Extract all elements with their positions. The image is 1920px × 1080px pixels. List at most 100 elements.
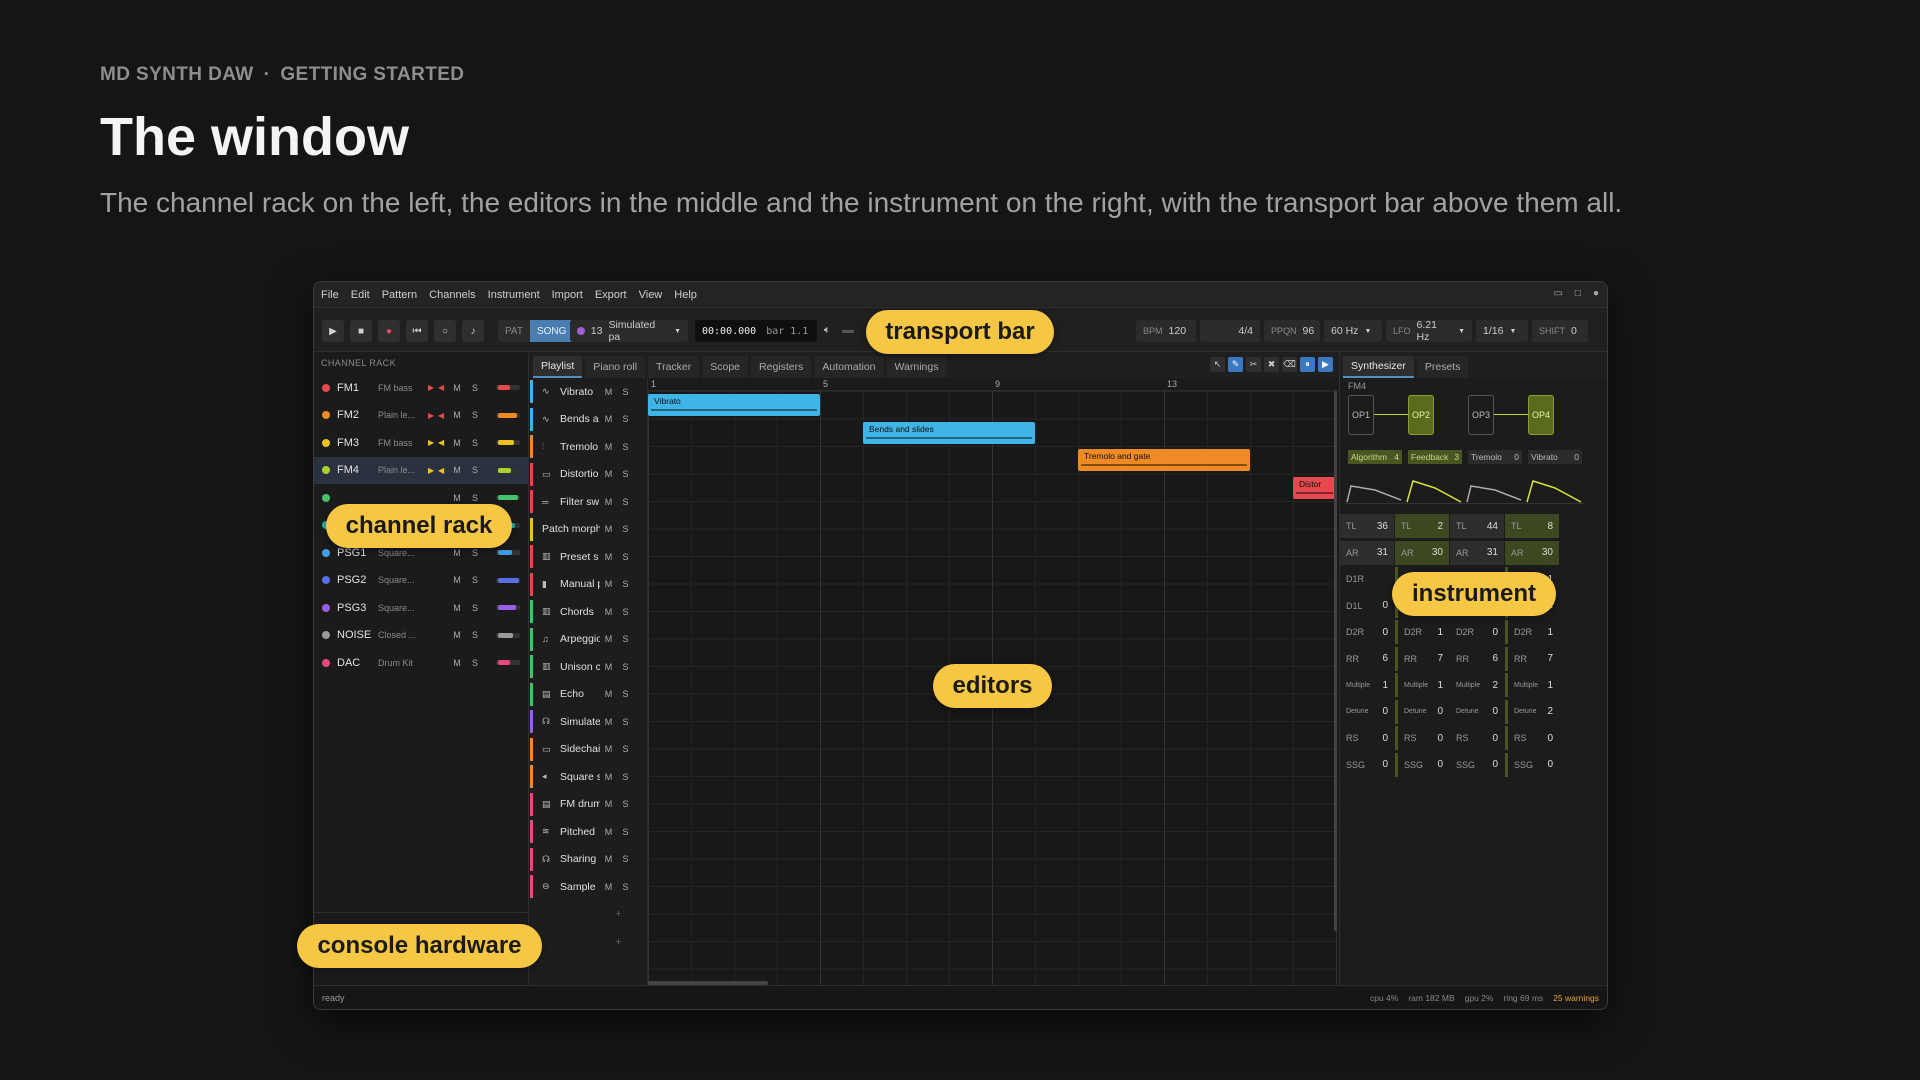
track-row[interactable]: ▤ Echo M S — [530, 681, 647, 709]
operator-param-cell[interactable]: RR 6 — [1340, 647, 1394, 671]
track-row[interactable]: ♫ Arpeggio M S — [530, 626, 647, 654]
channel-row[interactable]: FM2 Plain le... ▶ ◀ M S — [314, 402, 528, 430]
pencil-icon[interactable]: ✎ — [1228, 357, 1243, 372]
playlist-clip[interactable]: Tremolo and gate — [1078, 449, 1250, 471]
track-row[interactable]: ∿ Bends aMS — [530, 406, 647, 434]
bpm-field[interactable]: BPM 120 — [1136, 320, 1196, 342]
solo-button[interactable]: S — [617, 414, 634, 424]
mute-button[interactable]: M — [448, 410, 466, 420]
mode-pat-button[interactable]: PAT — [498, 320, 530, 342]
delete-icon[interactable]: ✖ — [1264, 357, 1279, 372]
mute-button[interactable]: M — [600, 827, 617, 837]
mode-song-button[interactable]: SONG — [529, 320, 574, 342]
minimize-icon[interactable]: ▭ — [1553, 288, 1562, 299]
timeline-ruler[interactable]: 1 5 9 13 — [648, 378, 1338, 391]
menu-item-export[interactable]: Export — [595, 289, 627, 301]
track-row[interactable]: ═ Filter sw M S — [530, 488, 647, 516]
tab-warnings[interactable]: Warnings — [886, 356, 947, 378]
channel-patch[interactable]: Plain le... — [378, 410, 428, 420]
arrow-left-icon[interactable]: ◀ — [438, 411, 448, 420]
menu-item-channels[interactable]: Channels — [429, 289, 475, 301]
solo-button[interactable]: S — [617, 689, 634, 699]
solo-button[interactable]: S — [617, 662, 634, 672]
channel-row[interactable]: PSG2 Square... M S — [314, 567, 528, 595]
track-row[interactable]: ∿ Vibrato M S — [530, 378, 647, 406]
track-row[interactable]: ☊ Sharing M S — [530, 846, 647, 874]
playlist-clip[interactable]: Distor — [1293, 476, 1336, 499]
envelope-graph[interactable] — [1345, 478, 1405, 504]
operator-param-cell[interactable]: TL 2 — [1395, 514, 1449, 538]
playlist-clip[interactable]: Vibrato — [648, 394, 820, 416]
channel-patch[interactable]: FM bass — [378, 438, 428, 448]
solo-button[interactable]: S — [466, 493, 484, 503]
solo-button[interactable]: S — [617, 827, 634, 837]
mute-button[interactable]: M — [448, 493, 466, 503]
operator-param-cell[interactable]: D2R 0 — [1340, 620, 1394, 644]
track-row[interactable]: ▭ Sidechai M S — [530, 736, 647, 764]
operator-param-cell[interactable]: RS 0 — [1395, 726, 1449, 750]
mute-button[interactable]: M — [600, 497, 617, 507]
channel-patch[interactable]: Square... — [378, 575, 428, 585]
pattern-select[interactable]: 13 Simulated pa ▼ — [570, 319, 688, 343]
shift-field[interactable]: SHIFT 0 — [1532, 320, 1588, 342]
operator-param-cell[interactable]: Multiple 1 — [1395, 673, 1449, 697]
operator-param-cell[interactable]: RS 0 — [1340, 726, 1394, 750]
track-row[interactable]: ≋ Pitched M S — [530, 818, 647, 846]
erase-icon[interactable]: ⌫ — [1282, 357, 1297, 372]
solo-button[interactable]: S — [617, 772, 634, 782]
solo-button[interactable]: S — [617, 717, 634, 727]
channel-row[interactable]: FM1 FM bass ▶ ◀ M S — [314, 374, 528, 402]
operator-param-cell[interactable]: Multiple 2 — [1450, 673, 1504, 697]
track-row[interactable]: ▥ Chords M S — [530, 598, 647, 626]
operator-param[interactable]: Algorithm 4 — [1348, 450, 1402, 464]
envelope-graph[interactable] — [1465, 478, 1525, 504]
operator-param[interactable]: Vibrato 0 — [1528, 450, 1582, 464]
ppqn-field[interactable]: PPQN 96 — [1264, 320, 1320, 342]
solo-button[interactable]: S — [466, 575, 484, 585]
mute-button[interactable]: M — [600, 854, 617, 864]
mute-button[interactable]: M — [448, 630, 466, 640]
operator-op3[interactable]: OP3 — [1468, 395, 1494, 435]
solo-button[interactable]: S — [466, 658, 484, 668]
channel-patch[interactable]: FM bass — [378, 383, 428, 393]
warnings-count[interactable]: 25 warnings — [1553, 993, 1599, 1003]
menu-item-file[interactable]: File — [321, 289, 339, 301]
solo-button[interactable]: S — [466, 603, 484, 613]
mute-button[interactable]: M — [600, 799, 617, 809]
tab-automation[interactable]: Automation — [814, 356, 884, 378]
channel-row[interactable]: PSG3 Square... M S — [314, 594, 528, 622]
lfo-field[interactable]: LFO 6.21 Hz ▼ — [1386, 319, 1472, 343]
channel-patch[interactable]: Drum Kit — [378, 658, 428, 668]
mute-button[interactable]: M — [448, 575, 466, 585]
track-row[interactable]: ☊ Simulate M S — [530, 708, 647, 736]
operator-param[interactable]: Feedback 3 — [1408, 450, 1462, 464]
solo-button[interactable]: S — [617, 469, 634, 479]
stop-icon[interactable]: ■ — [350, 320, 372, 342]
tab-playlist[interactable]: Playlist — [533, 356, 583, 378]
grid-select[interactable]: 1/16 ▼ — [1476, 320, 1528, 342]
tab-synthesizer[interactable]: Synthesizer — [1343, 356, 1414, 378]
operator-param-cell[interactable]: AR 30 — [1505, 540, 1559, 565]
solo-button[interactable]: S — [466, 465, 484, 475]
solo-button[interactable]: S — [617, 854, 634, 864]
operator-param-cell[interactable]: Detune 2 — [1505, 699, 1559, 724]
mute-button[interactable]: M — [600, 442, 617, 452]
operator-param-cell[interactable]: Detune 0 — [1395, 699, 1449, 724]
tab-registers[interactable]: Registers — [751, 356, 812, 378]
mute-button[interactable]: M — [600, 882, 617, 892]
solo-button[interactable]: S — [617, 579, 634, 589]
solo-button[interactable]: S — [617, 524, 634, 534]
operator-param-cell[interactable]: AR 31 — [1340, 540, 1394, 565]
operator-param-cell[interactable]: D2R 0 — [1450, 620, 1504, 644]
track-row[interactable]: ▮ Manual pMS — [530, 571, 647, 599]
menu-item-import[interactable]: Import — [552, 289, 583, 301]
mute-button[interactable]: M — [448, 383, 466, 393]
solo-button[interactable]: S — [617, 882, 634, 892]
operator-param-cell[interactable]: D2R 1 — [1395, 620, 1449, 644]
maximize-icon[interactable]: □ — [1575, 288, 1581, 299]
menu-item-view[interactable]: View — [639, 289, 663, 301]
channel-patch[interactable]: Square... — [378, 548, 428, 558]
menu-item-help[interactable]: Help — [674, 289, 697, 301]
track-row[interactable]: ▤ FM drum M S — [530, 791, 647, 819]
operator-param-cell[interactable]: TL 8 — [1505, 514, 1559, 538]
